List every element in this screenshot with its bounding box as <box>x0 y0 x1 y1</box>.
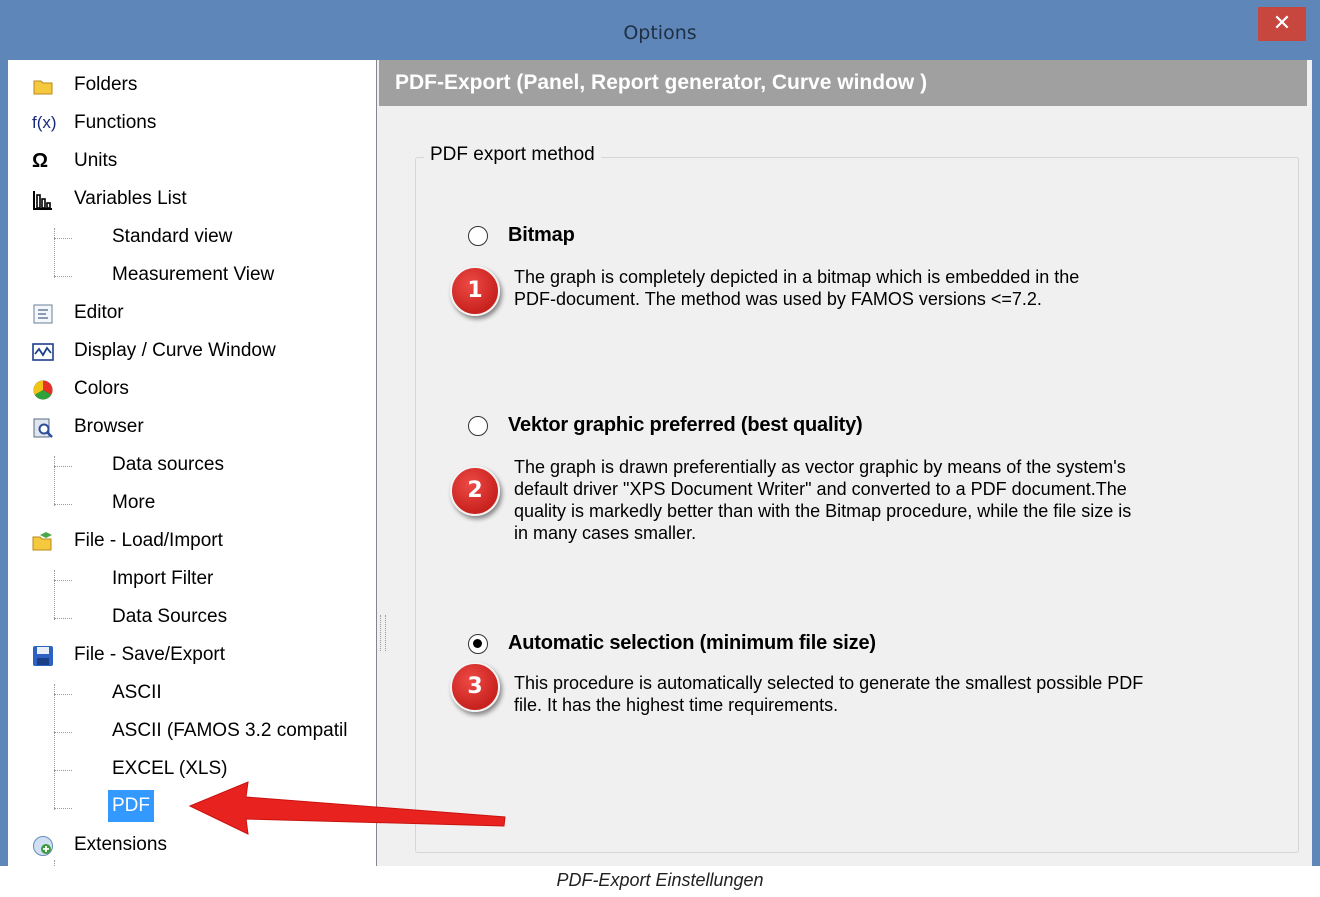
dialog-client: Folders f(x) Functions Ω Units Variables… <box>8 60 1312 866</box>
tree-item-label: ASCII <box>112 682 162 703</box>
radio-selected-dot <box>473 639 482 648</box>
description-line: PDF-document. The method was used by FAM… <box>514 289 1042 309</box>
curve-window-icon <box>32 343 54 361</box>
tree-item-label: File - Save/Export <box>74 644 225 665</box>
bar-chart-icon <box>33 191 52 210</box>
extensions-icon <box>33 836 53 856</box>
tree-item-label: Import Filter <box>112 568 214 589</box>
tree-connector <box>54 618 72 619</box>
tree-connector <box>54 684 55 810</box>
tree-item-label: File - Load/Import <box>74 530 223 551</box>
description-line: file. It has the highest time requiremen… <box>514 695 839 715</box>
group-title: PDF export method <box>424 144 601 166</box>
figure-caption: PDF-Export Einstellungen <box>556 870 764 890</box>
tree-connector <box>54 860 55 866</box>
browser-icon <box>33 418 53 438</box>
window-title: Options <box>623 22 697 44</box>
tree-item-label: Extensions <box>74 834 167 855</box>
tree-connector <box>54 504 72 505</box>
number-badge: 2 <box>450 466 500 516</box>
option-label-automatic-selection[interactable]: Automatic selection (minimum file size) <box>508 632 876 655</box>
omega-icon: Ω <box>32 150 49 172</box>
floppy-disk-icon <box>33 646 53 666</box>
tree-item-label: ASCII (FAMOS 3.2 compatil <box>112 720 348 741</box>
tree-item-label-selected: PDF <box>108 790 154 822</box>
description-line: quality is markedly better than with the… <box>514 501 1132 521</box>
tree-item-label: Display / Curve Window <box>74 340 276 361</box>
settings-panel: PDF-Export (Panel, Report generator, Cur… <box>378 60 1312 866</box>
radio-vector-graphic[interactable] <box>468 416 488 436</box>
radio-automatic-selection[interactable] <box>468 634 488 654</box>
option-description-automatic-selection: This procedure is automatically selected… <box>514 672 1284 716</box>
options-window: Options ✕ Folders f(x) Functions Ω Units… <box>0 0 1320 866</box>
options-tree[interactable]: Folders f(x) Functions Ω Units Variables… <box>8 60 377 866</box>
tree-item-label: Folders <box>74 74 138 95</box>
tree-connector <box>54 694 72 695</box>
tree-item-label: Data Sources <box>112 606 228 627</box>
tree-item-label: Units <box>74 150 118 171</box>
tree-item-label: Colors <box>74 378 129 399</box>
option-description-vector-graphic: The graph is drawn preferentially as vec… <box>514 456 1284 544</box>
tree-item-label: Standard view <box>112 226 233 247</box>
tree-connector <box>54 276 72 277</box>
tree-item-label: Editor <box>74 302 124 323</box>
tree-connector <box>54 808 72 809</box>
description-line: The graph is drawn preferentially as vec… <box>514 457 1126 477</box>
tree-connector <box>54 732 72 733</box>
tree-item-label: Data sources <box>112 454 224 475</box>
tree-item-label: Browser <box>74 416 144 437</box>
editor-icon <box>33 304 53 324</box>
description-line: This procedure is automatically selected… <box>514 673 1144 693</box>
tree-connector <box>54 456 55 506</box>
tree-connector <box>54 466 72 467</box>
panel-title: PDF-Export (Panel, Report generator, Cur… <box>395 71 928 94</box>
folder-open-icon <box>32 532 52 551</box>
description-line: default driver "XPS Document Writer" and… <box>514 479 1127 499</box>
description-line: The graph is completely depicted in a bi… <box>514 267 1080 287</box>
number-badge: 3 <box>450 662 500 712</box>
tree-item-label: Measurement View <box>112 264 275 285</box>
tree-connector <box>54 228 55 278</box>
close-button[interactable]: ✕ <box>1258 7 1306 41</box>
option-description-bitmap: The graph is completely depicted in a bi… <box>514 266 1284 310</box>
tree-item-label: More <box>112 492 156 513</box>
number-badge: 1 <box>450 266 500 316</box>
tree-item-label: EXCEL (XLS) <box>112 758 228 779</box>
tree-connector <box>54 770 72 771</box>
option-label-vector-graphic[interactable]: Vektor graphic preferred (best quality) <box>508 414 863 437</box>
tree-item-label: Functions <box>74 112 157 133</box>
function-icon: f(x) <box>32 113 57 132</box>
tree-connector <box>54 570 55 620</box>
folder-icon <box>33 80 53 95</box>
description-line: in many cases smaller. <box>514 523 697 543</box>
title-bar[interactable]: Options ✕ <box>0 0 1320 60</box>
tree-connector <box>54 238 72 239</box>
radio-bitmap[interactable] <box>468 226 488 246</box>
panel-header: PDF-Export (Panel, Report generator, Cur… <box>379 60 1307 106</box>
tree-connector <box>54 580 72 581</box>
option-label-bitmap[interactable]: Bitmap <box>508 224 575 247</box>
color-wheel-icon <box>33 380 53 400</box>
tree-item-label: Variables List <box>74 188 187 209</box>
